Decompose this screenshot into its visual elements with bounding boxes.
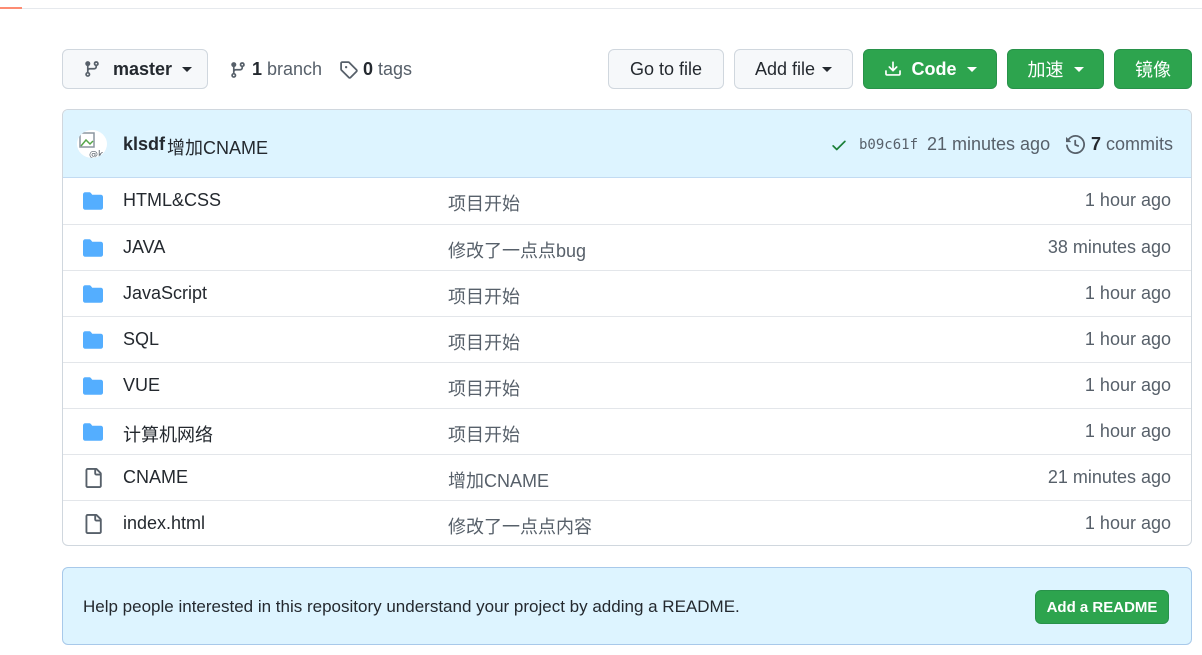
chevron-down-icon [822, 66, 833, 72]
file-commit-message[interactable]: 增加CNAME [448, 467, 549, 493]
folder-icon [83, 331, 103, 349]
file-row[interactable]: CNAME 增加CNAME 21 minutes ago [63, 454, 1191, 500]
file-list-box: @k klsdf 增加CNAME b09c61f 21 minutes ago … [62, 109, 1192, 546]
file-age: 38 minutes ago [1047, 237, 1171, 257]
file-row[interactable]: VUE 项目开始 1 hour ago [63, 362, 1191, 408]
chevron-down-icon [182, 66, 193, 72]
mirror-button[interactable]: 镜像 [1114, 49, 1192, 89]
broken-image-icon: @k [79, 132, 104, 158]
add-file-button[interactable]: Add file [734, 49, 853, 89]
file-row[interactable]: JAVA 修改了一点点bug 38 minutes ago [63, 224, 1191, 270]
file-name[interactable]: JAVA [123, 237, 165, 258]
file-row[interactable]: index.html 修改了一点点内容 1 hour ago [63, 500, 1191, 545]
file-commit-message[interactable]: 项目开始 [448, 283, 520, 309]
code-button[interactable]: Code [863, 49, 997, 89]
add-readme-label: Add a README [1046, 598, 1158, 616]
file-age: 21 minutes ago [1047, 467, 1171, 487]
file-commit-message[interactable]: 项目开始 [448, 190, 520, 216]
tags-label: tags [378, 59, 413, 79]
check-icon[interactable] [830, 136, 848, 154]
branch-select-label: master [113, 58, 173, 79]
folder-icon [83, 423, 103, 441]
go-to-file-button[interactable]: Go to file [608, 49, 724, 89]
branches-count: 1 [252, 59, 263, 79]
commits-label: commits [1106, 134, 1174, 154]
add-readme-button[interactable]: Add a README [1035, 590, 1169, 624]
file-commit-message[interactable]: 修改了一点点bug [448, 237, 586, 263]
top-nav-border [0, 0, 1202, 9]
commits-count: 7 [1091, 134, 1102, 154]
commits-link[interactable]: 7 commits [1066, 134, 1173, 155]
svg-text:@k: @k [89, 150, 104, 158]
branch-select-button[interactable]: master [62, 49, 208, 89]
folder-icon [83, 285, 103, 303]
file-name[interactable]: SQL [123, 329, 159, 350]
file-icon [85, 514, 102, 534]
file-name[interactable]: CNAME [123, 467, 188, 488]
add-file-label: Add file [754, 58, 816, 79]
file-row[interactable]: JavaScript 项目开始 1 hour ago [63, 270, 1191, 316]
tags-link[interactable]: 0 tags [339, 59, 412, 80]
file-commit-message[interactable]: 项目开始 [448, 375, 520, 401]
file-age: 1 hour ago [1084, 329, 1171, 349]
file-icon [85, 468, 102, 488]
file-age: 1 hour ago [1084, 421, 1171, 441]
commit-message[interactable]: 增加CNAME [167, 134, 268, 160]
file-name[interactable]: 计算机网络 [123, 421, 213, 447]
chevron-down-icon [1073, 66, 1084, 72]
file-name[interactable]: VUE [123, 375, 160, 396]
file-commit-message[interactable]: 项目开始 [448, 421, 520, 447]
file-row[interactable]: HTML&CSS 项目开始 1 hour ago [63, 178, 1191, 224]
code-label: Code [911, 58, 957, 79]
folder-icon [83, 239, 103, 257]
go-to-file-label: Go to file [629, 58, 703, 79]
chevron-down-icon [966, 66, 977, 72]
folder-icon [83, 192, 103, 210]
branches-link[interactable]: 1 branch [229, 59, 322, 80]
file-name[interactable]: JavaScript [123, 283, 207, 304]
branches-label: branch [267, 59, 323, 79]
file-commit-message[interactable]: 修改了一点点内容 [448, 513, 592, 539]
commit-time: 21 minutes ago [927, 134, 1051, 154]
latest-commit-bar: @k klsdf 增加CNAME b09c61f 21 minutes ago … [63, 110, 1191, 178]
folder-icon [83, 377, 103, 395]
commit-author[interactable]: klsdf [123, 134, 165, 155]
active-tab-underline [0, 7, 22, 9]
download-icon [884, 61, 901, 76]
accelerate-button[interactable]: 加速 [1007, 49, 1104, 89]
file-age: 1 hour ago [1084, 513, 1171, 533]
readme-prompt-text: Help people interested in this repositor… [83, 597, 740, 616]
tags-count: 0 [363, 59, 374, 79]
file-age: 1 hour ago [1084, 375, 1171, 395]
git-branch-icon [231, 61, 245, 78]
tag-icon [340, 61, 358, 79]
git-branch-icon [85, 61, 99, 77]
file-commit-message[interactable]: 项目开始 [448, 329, 520, 355]
history-icon [1066, 135, 1085, 154]
file-row[interactable]: SQL 项目开始 1 hour ago [63, 316, 1191, 362]
file-name[interactable]: index.html [123, 513, 205, 534]
accelerate-label: 加速 [1027, 60, 1064, 80]
file-age: 1 hour ago [1084, 190, 1171, 210]
readme-prompt: Help people interested in this repositor… [62, 567, 1192, 645]
mirror-label: 镜像 [1135, 60, 1171, 80]
file-row[interactable]: 计算机网络 项目开始 1 hour ago [63, 408, 1191, 454]
commit-sha[interactable]: b09c61f [859, 137, 918, 153]
avatar[interactable]: @k [77, 130, 107, 158]
file-name[interactable]: HTML&CSS [123, 190, 221, 211]
file-age: 1 hour ago [1084, 283, 1171, 303]
